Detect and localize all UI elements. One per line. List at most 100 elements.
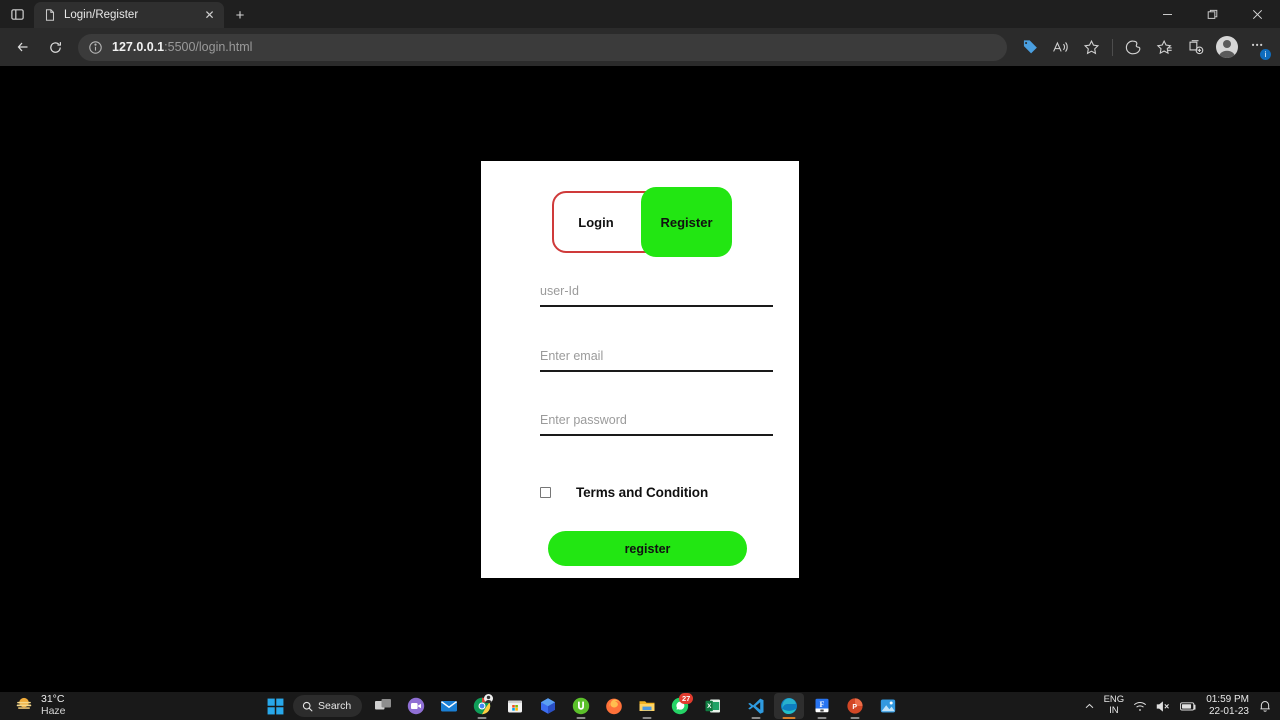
- page-viewport: Login Register Terms and Condition regis…: [0, 66, 1280, 692]
- utorrent-icon: [572, 697, 590, 715]
- edge-icon: [780, 697, 798, 715]
- wifi-icon[interactable]: [1133, 700, 1147, 713]
- tab-title: Login/Register: [64, 9, 139, 21]
- settings-badge: i: [1260, 48, 1271, 60]
- minimize-button[interactable]: [1145, 0, 1190, 28]
- restore-button[interactable]: [1190, 0, 1235, 28]
- auth-mode-toggle: Login Register: [552, 187, 732, 257]
- tab-actions-icon[interactable]: [0, 0, 34, 28]
- back-icon[interactable]: [8, 32, 38, 62]
- toolbar-divider: [1112, 38, 1113, 56]
- microsoft-store-icon: [506, 697, 524, 715]
- profile-avatar[interactable]: [1212, 33, 1241, 62]
- favorite-star-icon[interactable]: [1077, 33, 1106, 62]
- clock[interactable]: 01:59 PM 22-01-23: [1206, 694, 1249, 718]
- running-indicator: [751, 716, 761, 719]
- taskbar-app-mail[interactable]: [434, 693, 464, 719]
- taskbar-app-copilot[interactable]: [533, 693, 563, 719]
- split-screen-icon[interactable]: [1119, 33, 1148, 62]
- tray-chevron-up-icon[interactable]: [1084, 701, 1095, 712]
- browser-window: Login/Register ✕ + 127.0.0.1:5500/login.…: [0, 0, 1280, 692]
- avatar: [1215, 36, 1238, 58]
- svg-text:P: P: [853, 704, 858, 711]
- taskbar-app-edge[interactable]: [774, 693, 805, 719]
- user-id-input[interactable]: [540, 281, 773, 307]
- address-bar[interactable]: 127.0.0.1:5500/login.html: [78, 33, 1007, 61]
- battery-icon[interactable]: [1180, 701, 1197, 712]
- language-indicator[interactable]: ENG IN: [1104, 694, 1125, 717]
- url-path: :5500/login.html: [164, 40, 253, 54]
- auth-card: Login Register Terms and Condition regis…: [481, 161, 799, 578]
- user-id-field: [540, 281, 773, 307]
- volume-muted-icon[interactable]: [1156, 700, 1171, 713]
- address-bar-text: 127.0.0.1:5500/login.html: [112, 40, 252, 54]
- running-indicator: [817, 716, 827, 719]
- taskbar-app-task-view[interactable]: [368, 693, 398, 719]
- running-indicator: [850, 716, 860, 719]
- password-input[interactable]: [540, 410, 773, 436]
- weather-condition: Haze: [41, 705, 66, 717]
- shopping-tag-icon[interactable]: [1015, 33, 1044, 62]
- start-button[interactable]: [260, 693, 290, 719]
- browser-tab[interactable]: Login/Register ✕: [34, 2, 224, 28]
- tab-login[interactable]: Login: [552, 191, 640, 253]
- flipkart-icon: F: [813, 697, 831, 715]
- taskbar-app-powerpoint[interactable]: P: [840, 693, 870, 719]
- taskbar-app-chrome[interactable]: [467, 693, 497, 719]
- whatsapp-icon: 27: [671, 693, 694, 715]
- clock-date: 22-01-23: [1208, 706, 1249, 717]
- chrome-icon: [473, 694, 494, 715]
- taskbar-app-zoom[interactable]: [401, 693, 431, 719]
- window-controls: [1145, 0, 1280, 28]
- read-aloud-icon[interactable]: [1046, 33, 1075, 62]
- svg-text:F: F: [820, 700, 825, 709]
- excel-icon: X: [704, 697, 722, 715]
- notification-bell-icon[interactable]: [1258, 699, 1272, 713]
- running-indicator: [642, 716, 652, 719]
- terms-row: Terms and Condition: [540, 481, 773, 503]
- info-icon[interactable]: [88, 40, 103, 55]
- task-view-icon: [374, 697, 392, 715]
- taskbar-app-firefox[interactable]: [599, 693, 629, 719]
- taskbar-search[interactable]: Search: [293, 695, 363, 717]
- svg-text:X: X: [707, 703, 712, 710]
- taskbar-app-vs-code[interactable]: [741, 693, 771, 719]
- tab-strip: Login/Register ✕ +: [0, 0, 1280, 28]
- weather-text: 31°C Haze: [41, 693, 66, 718]
- settings-more-icon[interactable]: i: [1243, 33, 1272, 62]
- photos-icon: [879, 697, 897, 715]
- active-indicator: [782, 716, 796, 719]
- new-tab-button[interactable]: +: [227, 2, 253, 28]
- taskbar-app-microsoft-store[interactable]: [500, 693, 530, 719]
- navigation-bar: 127.0.0.1:5500/login.html i: [0, 28, 1280, 66]
- file-explorer-icon: [638, 697, 656, 715]
- weather-widget[interactable]: 31°C Haze: [0, 693, 260, 719]
- taskbar: 31°C Haze Search 27 X F P ENG IN 01:59 P…: [0, 692, 1280, 720]
- taskbar-apps: Search 27 X F P: [260, 693, 903, 719]
- page-icon: [43, 8, 57, 22]
- firefox-icon: [605, 697, 623, 715]
- email-field: [540, 346, 773, 372]
- zoom-icon: [407, 697, 425, 715]
- password-field: [540, 410, 773, 436]
- taskbar-app-whatsapp[interactable]: 27: [665, 693, 695, 719]
- collections-icon[interactable]: [1181, 33, 1210, 62]
- tab-register[interactable]: Register: [641, 187, 732, 257]
- clock-time: 01:59 PM: [1206, 694, 1249, 705]
- copilot-icon: [539, 697, 557, 715]
- taskbar-app-utorrent[interactable]: [566, 693, 596, 719]
- refresh-icon[interactable]: [40, 32, 70, 62]
- running-indicator: [576, 716, 586, 719]
- haze-sun-icon: [14, 694, 34, 719]
- close-button[interactable]: [1235, 0, 1280, 28]
- taskbar-app-flipkart[interactable]: F: [807, 693, 837, 719]
- favorites-icon[interactable]: [1150, 33, 1179, 62]
- tab-close-icon[interactable]: ✕: [201, 7, 218, 24]
- taskbar-app-excel[interactable]: X: [698, 693, 728, 719]
- terms-checkbox[interactable]: [540, 486, 551, 498]
- taskbar-app-file-explorer[interactable]: [632, 693, 662, 719]
- email-input[interactable]: [540, 346, 773, 372]
- register-button[interactable]: register: [548, 531, 747, 566]
- vs-code-icon: [747, 697, 765, 715]
- taskbar-app-photos[interactable]: [873, 693, 903, 719]
